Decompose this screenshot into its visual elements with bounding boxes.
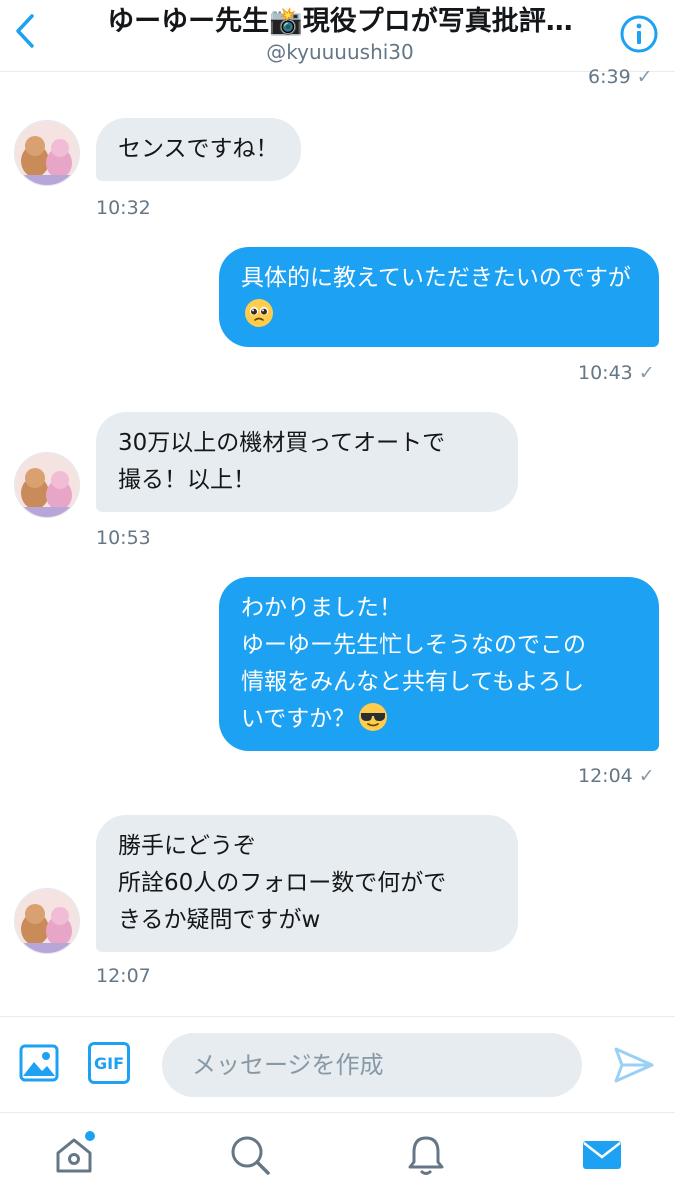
conversation-handle: @kyuuuushi30 (266, 40, 414, 64)
sunglasses-face-icon (359, 703, 388, 731)
message-text: わかりました！ ゆーゆー先生忙しそうなのでこの 情報をみんなと共有してもよろし … (241, 595, 586, 732)
info-icon (620, 15, 658, 53)
send-icon (614, 1047, 654, 1083)
message-timestamp: 6:39 ✓ (588, 66, 653, 88)
message-timestamp: 10:32 (96, 197, 151, 219)
tab-notifications[interactable] (402, 1131, 450, 1179)
timestamp-text: 12:04 (578, 765, 633, 787)
pleading-face-icon (245, 299, 273, 327)
send-button[interactable] (612, 1043, 656, 1087)
message-timestamp: 12:04 ✓ (578, 765, 655, 787)
message-bubble-sent[interactable]: わかりました！ ゆーゆー先生忙しそうなのでこの 情報をみんなと共有してもよろし … (219, 577, 659, 751)
timestamp-text: 10:43 (578, 362, 633, 384)
message-bubble-sent[interactable]: 具体的に教えていただきたいのですが (219, 247, 659, 347)
message-bubble-received[interactable]: 勝手にどうぞ 所詮60人のフォロー数で何がで きるか疑問ですがw (96, 815, 518, 952)
message-bubble-received[interactable]: 30万以上の機材買ってオートで 撮る！以上！ (96, 412, 518, 512)
add-photo-button[interactable] (18, 1042, 60, 1084)
avatar[interactable] (14, 452, 80, 518)
conversation-title: ゆーゆー先生📸現役プロが写真批評… (107, 6, 573, 37)
message-timestamp: 12:07 (96, 965, 151, 987)
message-composer: GIF (0, 1016, 675, 1112)
message-text: 具体的に教えていただきたいのですが (241, 265, 631, 291)
bell-icon (408, 1136, 444, 1175)
search-icon (231, 1136, 270, 1175)
notification-dot (85, 1131, 95, 1141)
bottom-tab-bar (0, 1112, 675, 1200)
avatar-image (15, 889, 79, 953)
chevron-left-icon (16, 14, 34, 48)
info-button[interactable] (619, 14, 659, 54)
tab-search[interactable] (226, 1131, 274, 1179)
message-input[interactable] (162, 1033, 582, 1097)
avatar[interactable] (14, 888, 80, 954)
image-icon (19, 1044, 59, 1082)
timestamp-text: 6:39 (588, 66, 631, 88)
read-check-icon: ✓ (636, 66, 653, 88)
gif-button[interactable]: GIF (88, 1042, 130, 1084)
envelope-icon (583, 1141, 621, 1169)
message-timestamp: 10:43 ✓ (578, 362, 655, 384)
conversation-title-block[interactable]: ゆーゆー先生📸現役プロが写真批評… @kyuuuushi30 (70, 4, 610, 64)
tab-messages[interactable] (578, 1131, 626, 1179)
conversation-header: ゆーゆー先生📸現役プロが写真批評… @kyuuuushi30 (0, 0, 675, 72)
avatar-image (15, 453, 79, 517)
message-bubble-received[interactable]: センスですね！ (96, 118, 301, 181)
read-check-icon: ✓ (638, 362, 655, 384)
back-button[interactable] (8, 10, 42, 52)
avatar-image (15, 121, 79, 185)
read-check-icon: ✓ (638, 765, 655, 787)
avatar[interactable] (14, 120, 80, 186)
tab-home[interactable] (50, 1131, 98, 1179)
message-timestamp: 10:53 (96, 527, 151, 549)
